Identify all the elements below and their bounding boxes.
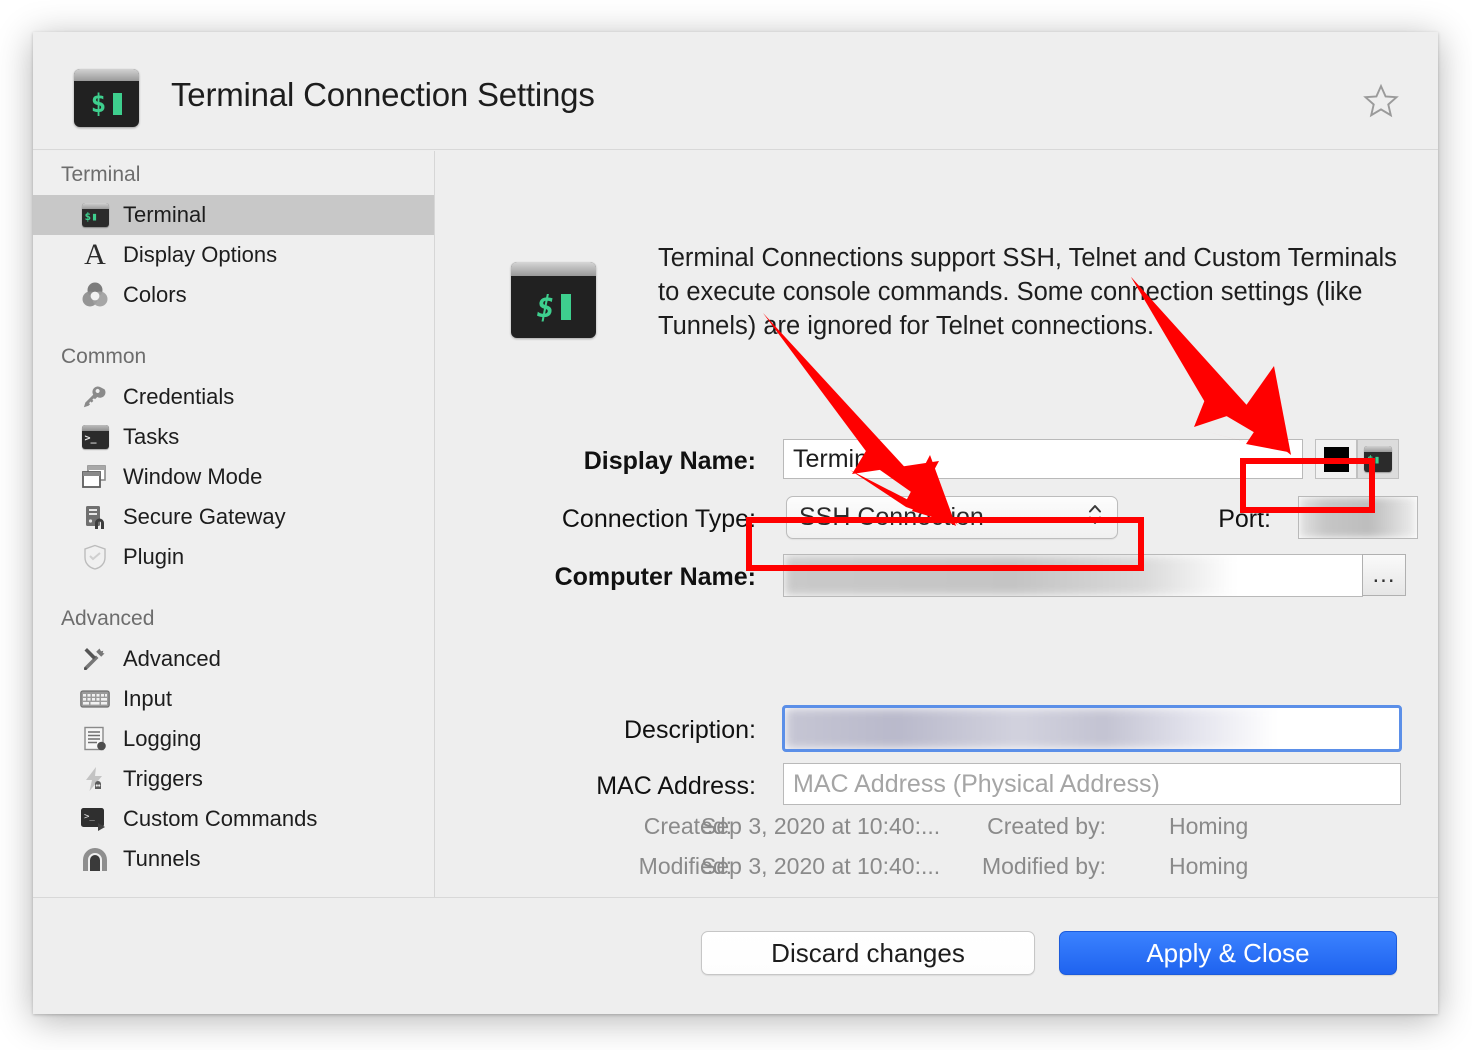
console-play-icon: >_ xyxy=(79,804,111,834)
connection-type-select[interactable]: SSH Connection xyxy=(786,496,1118,539)
connection-type-label: Connection Type: xyxy=(561,505,756,533)
description-input[interactable] xyxy=(782,705,1402,752)
sidebar-group-common: Common xyxy=(61,345,147,368)
keyboard-icon xyxy=(79,684,111,714)
console-icon: >_ xyxy=(79,422,111,452)
sidebar-item-label: Triggers xyxy=(123,766,203,791)
sidebar-item-label: Input xyxy=(123,686,172,711)
sidebar-item-label: Terminal xyxy=(123,202,207,227)
computer-name-label: Computer Name: xyxy=(554,563,756,591)
mac-address-input[interactable]: MAC Address (Physical Address) xyxy=(783,763,1401,805)
port-input[interactable] xyxy=(1298,496,1418,539)
chevron-updown-icon xyxy=(1087,501,1103,534)
sidebar-item-triggers[interactable]: Triggers xyxy=(33,759,434,799)
port-label: Port: xyxy=(1218,505,1271,533)
terminal-icon: $ xyxy=(74,69,139,127)
tunnel-icon xyxy=(79,844,111,874)
connection-type-value: SSH Connection xyxy=(799,503,984,531)
sidebar-item-display-options[interactable]: A Display Options xyxy=(33,235,434,275)
description-label: Description: xyxy=(624,716,756,744)
sidebar-item-label: Logging xyxy=(123,726,202,751)
sidebar-item-label: Colors xyxy=(123,282,187,307)
mac-address-label: MAC Address: xyxy=(596,772,756,800)
lightning-icon xyxy=(79,764,111,794)
sidebar-group-terminal: Terminal xyxy=(61,163,141,186)
created-value: Sep 3, 2020 at 10:40:... xyxy=(701,813,941,839)
discard-changes-button[interactable]: Discard changes xyxy=(701,931,1035,975)
tools-icon xyxy=(79,644,111,674)
sidebar-item-label: Tunnels xyxy=(123,846,201,871)
sidebar-item-logging[interactable]: Logging xyxy=(33,719,434,759)
sidebar-item-label: Window Mode xyxy=(123,464,263,489)
color-wheel-icon xyxy=(79,280,111,310)
sidebar-item-label: Tasks xyxy=(123,424,180,449)
sidebar-item-tasks[interactable]: >_ Tasks xyxy=(33,417,434,457)
display-name-label: Display Name: xyxy=(583,447,756,475)
page-title: Terminal Connection Settings xyxy=(171,76,595,113)
sidebar-item-advanced[interactable]: Advanced xyxy=(33,639,434,679)
sidebar-item-secure-gateway[interactable]: Secure Gateway xyxy=(33,497,434,537)
modified-by-value: Homing xyxy=(1169,853,1249,879)
connection-form: Display Name: Terminal $▮ Connection Typ… xyxy=(436,151,1438,897)
sidebar-group-advanced: Advanced xyxy=(61,607,155,630)
sidebar-item-input[interactable]: Input xyxy=(33,679,434,719)
sidebar-item-label: Credentials xyxy=(123,384,235,409)
sidebar-item-label: Plugin xyxy=(123,544,185,569)
created-by-value: Homing xyxy=(1169,813,1249,839)
sidebar-item-label: Advanced xyxy=(123,646,221,671)
screenshot-root: $ Terminal Connection Settings Terminal … xyxy=(0,0,1472,1050)
black-swatch-icon xyxy=(1323,446,1349,472)
created-by-label: Created by: xyxy=(987,813,1106,839)
settings-content-pane: $ Terminal Connections support SSH, Teln… xyxy=(436,151,1438,897)
terminal-icon: $▮ xyxy=(1364,446,1392,472)
dialog-titlebar: $ Terminal Connection Settings xyxy=(33,32,1438,150)
sidebar-item-terminal[interactable]: $▮ Terminal xyxy=(33,195,434,235)
modified-by-label: Modified by: xyxy=(981,853,1106,879)
sidebar-item-label: Custom Commands xyxy=(123,806,318,831)
sidebar-item-window-mode[interactable]: Window Mode xyxy=(33,457,434,497)
sidebar-item-label: Display Options xyxy=(123,242,278,267)
log-notebook-icon xyxy=(79,724,111,754)
apply-and-close-button[interactable]: Apply & Close xyxy=(1059,931,1397,975)
star-icon[interactable] xyxy=(1358,78,1404,124)
computer-name-browse-button[interactable]: ... xyxy=(1362,554,1406,596)
sidebar-item-credentials[interactable]: Credentials xyxy=(33,377,434,417)
shield-plugin-icon xyxy=(79,542,111,572)
sidebar-item-tunnels[interactable]: Tunnels xyxy=(33,839,434,879)
key-icon xyxy=(79,382,111,412)
sidebar-item-colors[interactable]: Colors xyxy=(33,275,434,315)
terminal-icon: $▮ xyxy=(79,200,111,230)
gateway-icon xyxy=(79,502,111,532)
sidebar-item-plugin[interactable]: Plugin xyxy=(33,537,434,577)
svg-text:>_: >_ xyxy=(84,812,95,822)
color-swatch-button[interactable] xyxy=(1315,439,1357,479)
font-a-icon: A xyxy=(84,238,106,271)
terminal-connection-settings-dialog: $ Terminal Connection Settings Terminal … xyxy=(33,32,1438,1014)
icon-picker-button[interactable]: $▮ xyxy=(1357,439,1399,479)
sidebar-item-label: Secure Gateway xyxy=(123,504,286,529)
settings-sidebar[interactable]: Terminal $▮ Terminal A Display Options C… xyxy=(33,151,435,897)
dialog-footer: Discard changes Apply & Close xyxy=(33,897,1438,1014)
sidebar-item-custom-commands[interactable]: >_ Custom Commands xyxy=(33,799,434,839)
windows-icon xyxy=(79,462,111,492)
display-name-input[interactable]: Terminal xyxy=(783,439,1303,479)
computer-name-input[interactable] xyxy=(783,554,1363,597)
